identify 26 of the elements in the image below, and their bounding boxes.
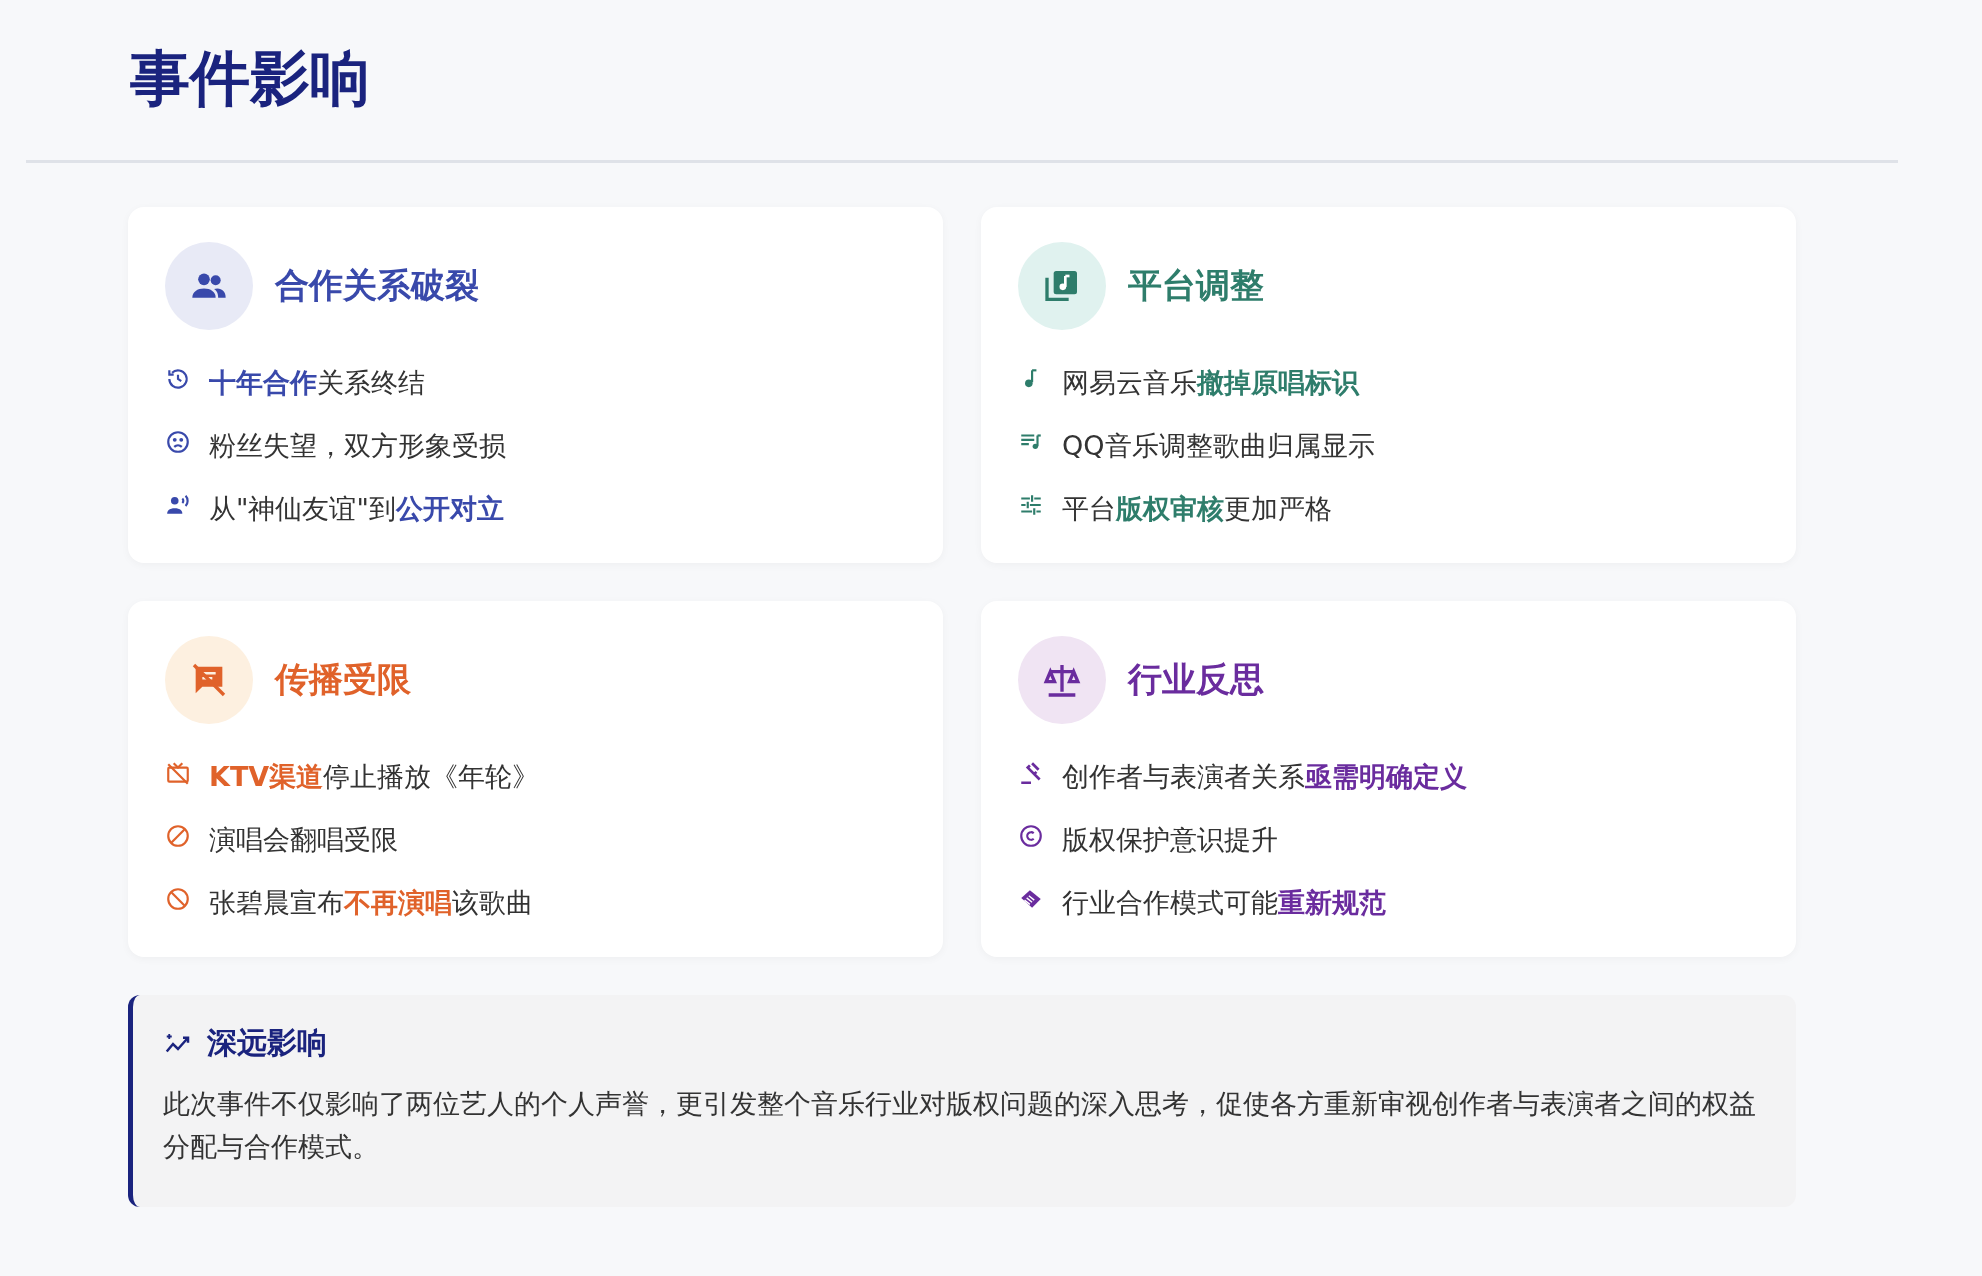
tv-off-icon [165, 760, 191, 786]
summary-title: 深远影响 [207, 1024, 327, 1062]
card-title: 平台调整 [1128, 264, 1264, 307]
impact-point: 网易云音乐撤掉原唱标识 [1062, 366, 1359, 400]
impact-point: 张碧晨宣布不再演唱该歌曲 [209, 886, 533, 920]
sad-face-icon [165, 429, 191, 455]
impact-point: 行业合作模式可能重新规范 [1062, 886, 1386, 920]
impact-point: 创作者与表演者关系亟需明确定义 [1062, 760, 1467, 794]
summary-text: 此次事件不仅影响了两位艺人的个人声誉，更引发整个音乐行业对版权问题的深入思考，促使各方重新审视创作者与表演者之间的权益分配与合作模式。 [163, 1087, 1756, 1164]
impact-point: 平台版权审核更加严格 [1062, 492, 1332, 526]
page-title: 事件影响 [130, 42, 371, 115]
impact-point: KTV渠道停止播放《年轮》 [209, 760, 540, 794]
card-title: 传播受限 [275, 658, 411, 701]
impact-point: 从"神仙友谊"到公开对立 [209, 492, 504, 526]
prohibited-icon [165, 823, 191, 849]
card-title: 合作关系破裂 [275, 264, 479, 307]
impact-point: 版权保护意识提升 [1062, 823, 1278, 857]
history-icon [165, 366, 191, 392]
blocked-icon [165, 886, 191, 912]
card-title: 行业反思 [1128, 658, 1264, 701]
impact-point: QQ音乐调整歌曲归属显示 [1062, 429, 1375, 463]
copyright-icon [1018, 823, 1044, 849]
impact-point: 粉丝失望，双方形象受损 [209, 429, 506, 463]
impact-point: 十年合作关系终结 [209, 366, 425, 400]
sliders-icon [1018, 492, 1044, 518]
impact-point: 演唱会翻唱受限 [209, 823, 398, 857]
